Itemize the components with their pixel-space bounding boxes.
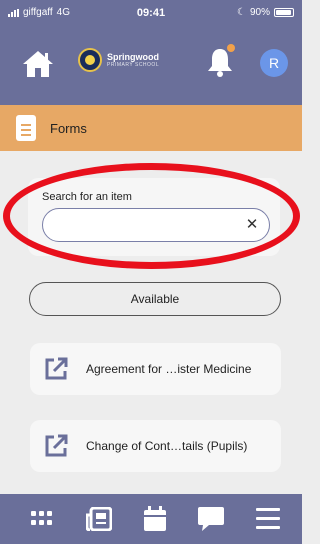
bottom-nav	[0, 494, 302, 544]
nav-news-button[interactable]	[84, 504, 114, 534]
search-input[interactable]	[42, 208, 270, 242]
app-header: giffgaff 4G 09:41 ☾ 90% Springwood PRIMA…	[0, 0, 302, 105]
form-item[interactable]: Agreement for …ister Medicine	[30, 343, 281, 395]
battery-percent: 90%	[249, 7, 270, 18]
school-emblem-icon	[78, 48, 102, 72]
menu-icon	[256, 508, 280, 529]
form-title: Change of Cont…tails (Pupils)	[86, 439, 248, 453]
nav-chat-button[interactable]	[196, 504, 226, 534]
home-icon	[23, 51, 53, 77]
notifications-button[interactable]	[205, 44, 235, 78]
available-filter-button[interactable]: Available	[29, 282, 281, 316]
home-button[interactable]	[22, 50, 54, 78]
logo-subtext: PRIMARY SCHOOL	[107, 62, 160, 68]
nav-calendar-button[interactable]	[140, 504, 170, 534]
news-icon	[86, 507, 112, 531]
calendar-icon	[144, 506, 166, 531]
chat-icon	[198, 507, 224, 531]
clear-search-button[interactable]: ✕	[242, 215, 262, 235]
nav-menu-button[interactable]	[253, 504, 283, 534]
grid-icon	[31, 511, 52, 525]
form-title: Agreement for …ister Medicine	[86, 362, 252, 376]
status-bar: giffgaff 4G 09:41 ☾ 90%	[0, 0, 302, 24]
battery-icon	[274, 8, 294, 17]
document-icon	[16, 115, 36, 141]
search-label: Search for an item	[42, 191, 132, 203]
external-link-icon	[45, 434, 68, 457]
section-bar-forms: Forms	[0, 105, 302, 151]
form-item[interactable]: Change of Cont…tails (Pupils)	[30, 420, 281, 472]
school-logo: Springwood PRIMARY SCHOOL	[78, 48, 159, 72]
moon-icon: ☾	[237, 7, 246, 18]
section-title: Forms	[50, 120, 87, 136]
external-link-icon	[45, 357, 68, 380]
logo-text: Springwood	[107, 52, 159, 62]
status-right: ☾ 90%	[237, 7, 294, 18]
search-card: Search for an item ✕	[28, 178, 280, 256]
avatar[interactable]: R	[260, 49, 288, 77]
nav-grid-button[interactable]	[27, 504, 57, 534]
notification-dot	[227, 44, 235, 52]
